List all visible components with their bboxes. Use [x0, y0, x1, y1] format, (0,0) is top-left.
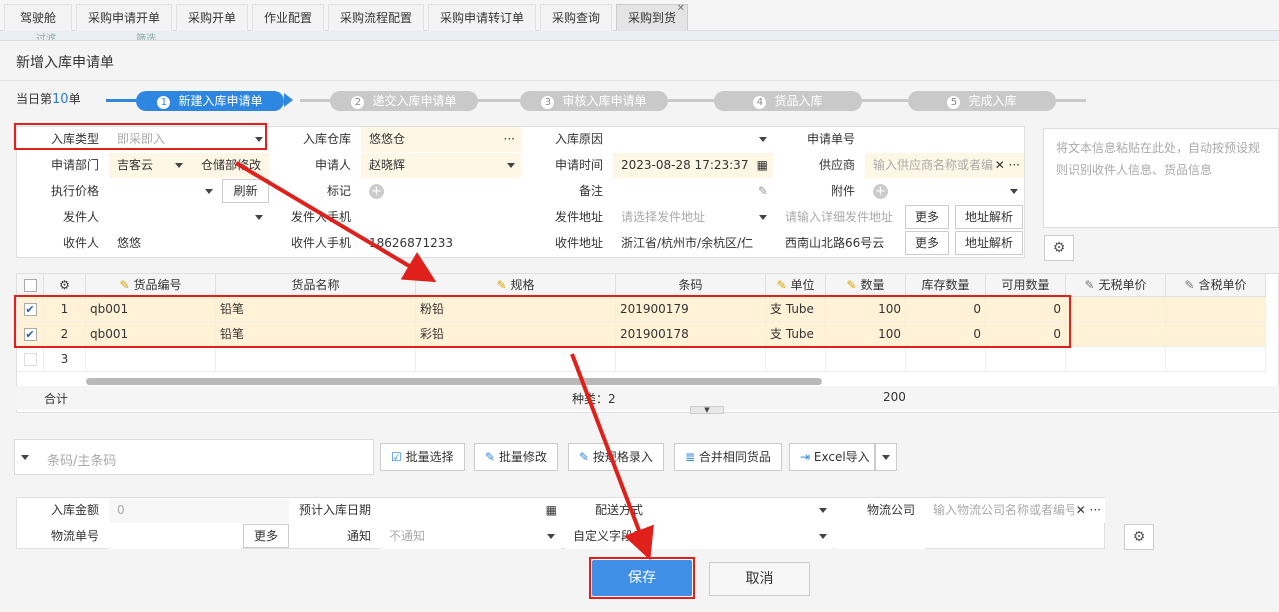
annotation-arrows	[234, 161, 654, 561]
annotation-arrow-2	[570, 353, 654, 561]
annotation-arrow-1	[234, 161, 437, 283]
